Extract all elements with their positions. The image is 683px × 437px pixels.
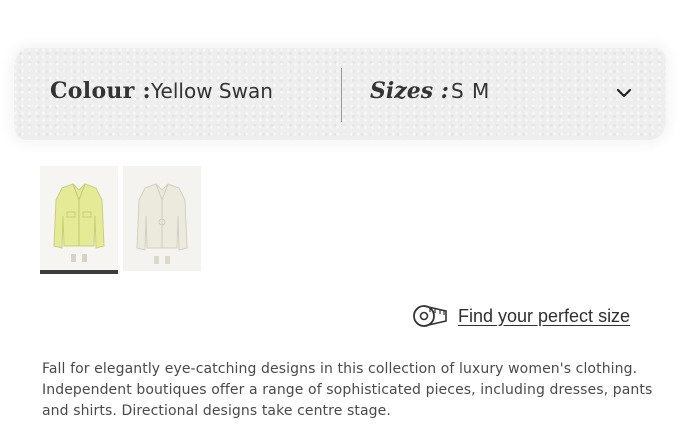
colour-label: Colour :: [50, 78, 151, 104]
size-guide-link[interactable]: Find your perfect size: [411, 300, 630, 332]
measuring-tape-icon: [413, 305, 447, 327]
product-description: Fall for elegantly eye-catching designs …: [42, 361, 653, 419]
active-thumbnail-indicator: [40, 270, 118, 274]
sizes-value: S M: [451, 79, 491, 103]
product-thumbnail-cream[interactable]: [123, 166, 201, 271]
jacket-image: [136, 183, 188, 264]
size-select[interactable]: Sizes : S M: [360, 70, 650, 116]
sizes-label: Sizes :: [370, 78, 449, 104]
chevron-down-icon: [616, 88, 632, 98]
size-guide-label[interactable]: Find your perfect size: [458, 306, 630, 327]
product-thumbnail-yellow[interactable]: [40, 166, 118, 271]
jacket-image: [53, 183, 105, 262]
colour-value: Yellow Swan: [151, 79, 273, 103]
options-divider: [341, 68, 342, 122]
